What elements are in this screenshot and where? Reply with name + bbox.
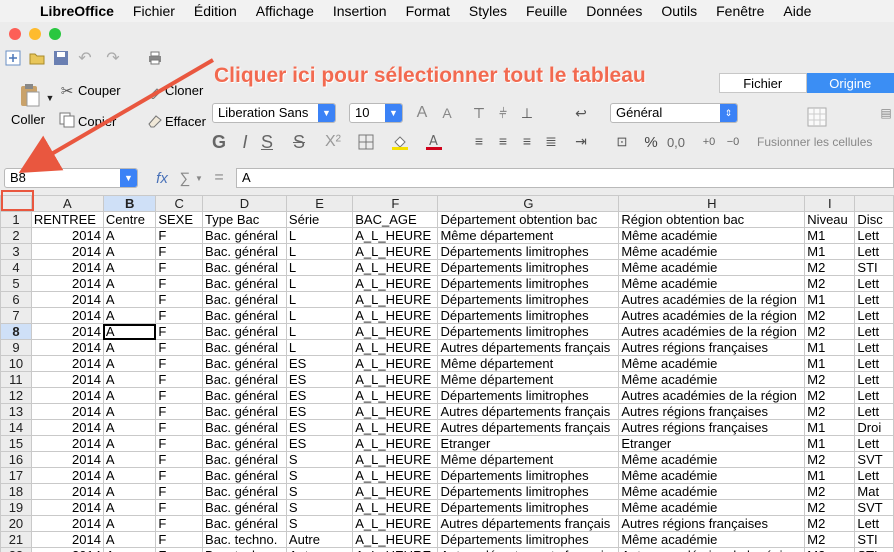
menu-insertion[interactable]: Insertion	[333, 3, 387, 19]
row-header[interactable]: 21	[1, 532, 32, 548]
menu-aide[interactable]: Aide	[783, 3, 811, 19]
table-cell[interactable]: 2014	[31, 532, 103, 548]
menu-format[interactable]: Format	[406, 3, 450, 19]
menu-affichage[interactable]: Affichage	[256, 3, 314, 19]
table-row: 222014AFBac. techno.AutreA_L_HEUREAutres…	[1, 548, 894, 552]
table-cell[interactable]: Autre	[286, 548, 352, 552]
table-cell[interactable]: Autres académies de la région	[619, 548, 805, 552]
table-cell[interactable]: M2	[805, 532, 855, 548]
table-row: 212014AFBac. techno.AutreA_L_HEUREDépart…	[1, 532, 894, 548]
row-header[interactable]: 22	[1, 548, 32, 552]
macos-menubar: LibreOffice Fichier Édition Affichage In…	[0, 0, 894, 23]
menu-fenetre[interactable]: Fenêtre	[716, 3, 764, 19]
table-cell[interactable]: Autre	[286, 532, 352, 548]
table-cell[interactable]: Même académie	[619, 532, 805, 548]
table-cell[interactable]: F	[156, 532, 203, 548]
menu-edition[interactable]: Édition	[194, 3, 237, 19]
table-cell[interactable]: A_L_HEURE	[353, 532, 438, 548]
table-cell[interactable]: 2014	[31, 548, 103, 552]
table-cell[interactable]: M2	[805, 548, 855, 552]
menu-styles[interactable]: Styles	[469, 3, 507, 19]
table-cell[interactable]: F	[156, 548, 203, 552]
table-cell[interactable]: STI	[855, 548, 894, 552]
table-cell[interactable]: A_L_HEURE	[353, 548, 438, 552]
calc-window: ↶ ↷ Fichier Origine ▼ Coller ✂ Couper Co…	[0, 22, 894, 530]
table-cell[interactable]: STI	[855, 532, 894, 548]
menu-feuille[interactable]: Feuille	[526, 3, 567, 19]
annotation-arrow-icon	[0, 22, 894, 530]
table-cell[interactable]: Départements limitrophes	[438, 532, 619, 548]
table-cell[interactable]: A	[103, 548, 155, 552]
table-cell[interactable]: Autres départements français	[438, 548, 619, 552]
menu-outils[interactable]: Outils	[661, 3, 697, 19]
menu-fichier[interactable]: Fichier	[133, 3, 175, 19]
table-cell[interactable]: Bac. techno.	[203, 532, 287, 548]
table-cell[interactable]: A	[103, 532, 155, 548]
menu-donnees[interactable]: Données	[586, 3, 642, 19]
menu-app-name[interactable]: LibreOffice	[40, 3, 114, 19]
table-cell[interactable]: Bac. techno.	[203, 548, 287, 552]
